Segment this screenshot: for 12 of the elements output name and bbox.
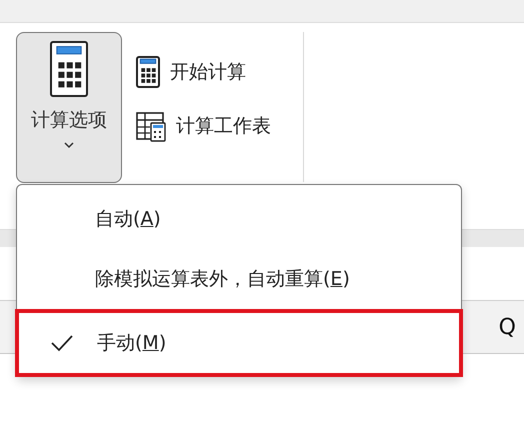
ribbon-command[interactable]: 开始计算 xyxy=(136,56,271,88)
checkmark-icon xyxy=(50,334,74,352)
calculator-icon xyxy=(136,56,160,88)
menu-item[interactable]: 手动(M) xyxy=(15,309,463,377)
calculator-icon xyxy=(50,41,88,97)
ribbon-command[interactable]: 计算工作表 xyxy=(136,110,271,142)
calculation-options-button[interactable]: 计算选项 xyxy=(16,32,122,183)
worksheet-calculator-icon xyxy=(136,110,166,142)
chevron-down-icon xyxy=(63,141,75,149)
column-header: Q xyxy=(498,314,516,340)
menu-item[interactable]: 除模拟运算表外，自动重算(E) xyxy=(17,249,461,309)
menu-item[interactable]: 自动(A) xyxy=(17,189,461,249)
